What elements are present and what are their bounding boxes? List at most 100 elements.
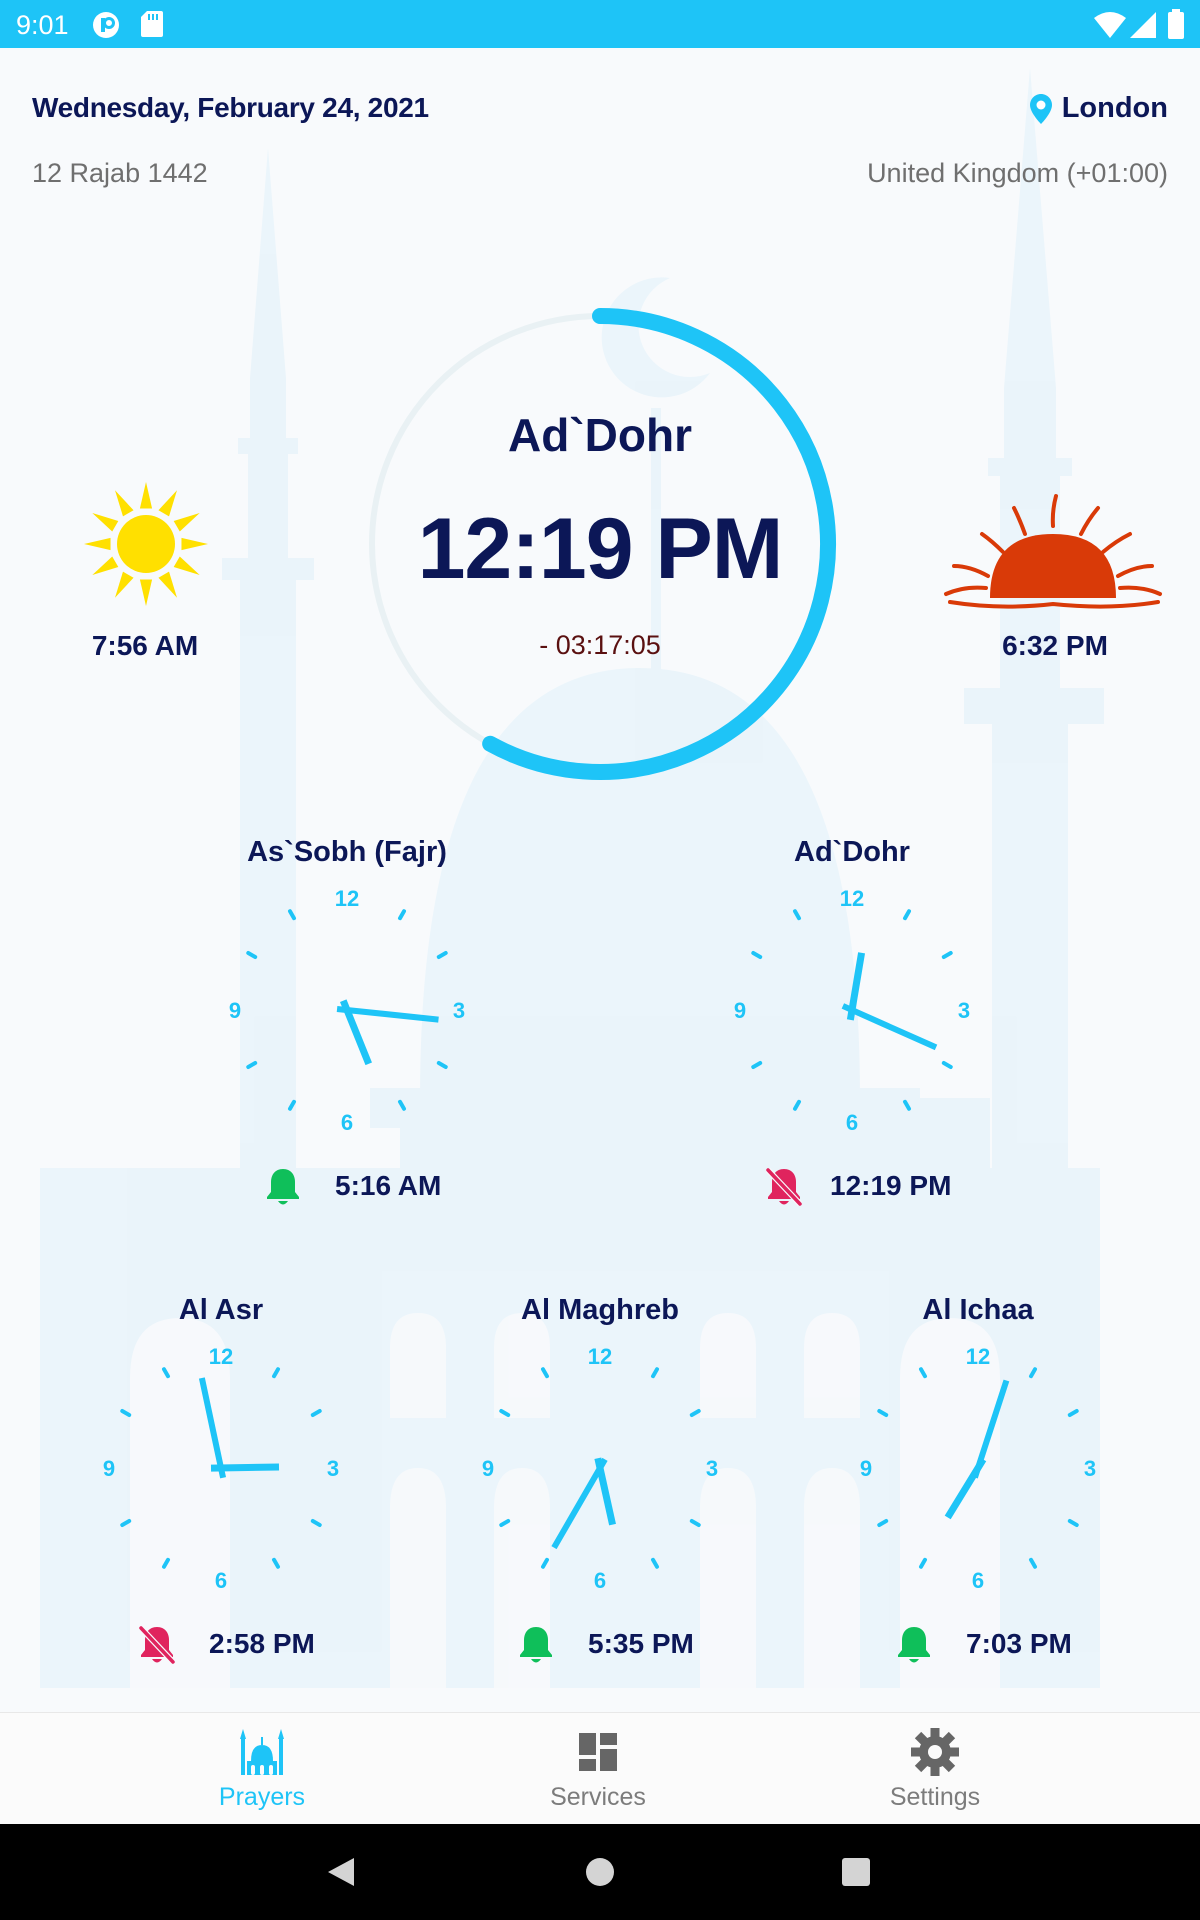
- system-navigation-bar: [0, 1824, 1200, 1920]
- clock-tick: [1067, 1409, 1079, 1417]
- status-time: 9:01: [16, 10, 69, 40]
- prayer-card-asr[interactable]: Al Asr 12 3 6 9 2:58 PM: [91, 1294, 351, 1724]
- sunset-sun-icon: [944, 494, 1162, 609]
- battery-icon: [1168, 9, 1184, 39]
- sun-ray: [115, 490, 134, 517]
- clock-tick: [120, 1519, 132, 1527]
- clock-tick: [310, 1409, 322, 1417]
- sun-ray: [92, 556, 119, 575]
- clock-numeral: 9: [103, 1456, 115, 1481]
- clock-tick: [689, 1409, 701, 1417]
- nav-prayers[interactable]: Prayers: [132, 1713, 392, 1824]
- sunset-time: 6:32 PM: [1002, 630, 1108, 661]
- sun-ray: [139, 482, 153, 509]
- gregorian-date: Wednesday, February 24, 2021: [32, 92, 429, 123]
- sd-card-icon: [141, 11, 163, 37]
- nav-label: Settings: [889, 1783, 981, 1811]
- clock-tick: [436, 951, 448, 959]
- nav-settings[interactable]: Settings: [805, 1713, 1065, 1824]
- clock-tick: [751, 951, 763, 959]
- clock-tick: [499, 1519, 511, 1527]
- clock-tick: [919, 1557, 927, 1569]
- bell-icon[interactable]: [516, 1624, 556, 1666]
- clock-tick: [1029, 1367, 1037, 1379]
- prayer-time: 5:35 PM: [588, 1628, 694, 1659]
- bell-off-icon[interactable]: [137, 1624, 177, 1666]
- prayer-time: 2:58 PM: [209, 1628, 315, 1659]
- clock-numeral: 12: [335, 890, 359, 911]
- clock-tick: [541, 1367, 549, 1379]
- sun-ray: [173, 513, 200, 532]
- prayer-name: As`Sobh (Fajr): [247, 836, 447, 868]
- clock-numeral: 9: [229, 998, 241, 1023]
- location-selector[interactable]: London: [1029, 92, 1168, 125]
- current-prayer-countdown: - 03:17:05: [539, 630, 661, 660]
- hijri-date: 12 Rajab 1442: [32, 158, 208, 188]
- current-prayer-name: Ad`Dohr: [508, 409, 692, 461]
- clock-tick: [941, 951, 953, 959]
- recents-button[interactable]: [842, 1858, 870, 1886]
- clock-tick: [120, 1409, 132, 1417]
- bottom-navigation: Prayers Services Settings: [0, 1712, 1200, 1824]
- clock-numeral: 12: [840, 890, 864, 911]
- gear-icon: [911, 1728, 959, 1776]
- bell-icon[interactable]: [263, 1166, 303, 1208]
- clock-tick: [1067, 1519, 1079, 1527]
- prayer-card-maghreb[interactable]: Al Maghreb 12 3 6 9 5:35 PM: [470, 1294, 730, 1724]
- clock-tick: [877, 1519, 889, 1527]
- prayer-time: 7:03 PM: [966, 1628, 1072, 1659]
- clock-numeral: 12: [209, 1348, 233, 1369]
- prayer-card-fajr[interactable]: As`Sobh (Fajr) 12 3 6 9 5:16 AM: [217, 836, 477, 1266]
- analog-clock: 12 3 6 9: [229, 890, 465, 1130]
- clock-tick: [272, 1557, 280, 1569]
- analog-clock: 12 3 6 9: [734, 890, 970, 1130]
- clock-numeral: 9: [482, 1456, 494, 1481]
- prayer-card-ichaa[interactable]: Al Ichaa 12 3 6 9 7:03 PM: [848, 1294, 1108, 1724]
- analog-clock: 12 3 6 9: [482, 1348, 718, 1588]
- sun-ray: [92, 513, 119, 532]
- clock-tick: [903, 1099, 911, 1111]
- clock-tick: [877, 1409, 889, 1417]
- prayer-name: Ad`Dohr: [794, 836, 910, 868]
- clock-numeral: 12: [966, 1348, 990, 1369]
- clock-numeral: 3: [453, 998, 465, 1023]
- prayer-name: Al Maghreb: [521, 1294, 679, 1326]
- clock-numeral: 9: [860, 1456, 872, 1481]
- minute-hand: [841, 1003, 938, 1051]
- mosque-icon: [240, 1729, 284, 1775]
- clock-tick: [1029, 1557, 1037, 1569]
- sunrise-time: 7:56 AM: [91, 630, 199, 661]
- city-name: London: [1061, 92, 1168, 124]
- grid-icon: [579, 1733, 617, 1771]
- clock-tick: [941, 1061, 953, 1069]
- cellular-signal-icon: [1130, 12, 1156, 38]
- clock-tick: [499, 1409, 511, 1417]
- clock-tick: [919, 1367, 927, 1379]
- sun-ray: [84, 537, 111, 551]
- clock-tick: [793, 1099, 801, 1111]
- sun-ray: [115, 571, 134, 598]
- prayer-card-dohr[interactable]: Ad`Dohr 12 3 6 9 12:19 PM: [722, 836, 982, 1266]
- back-button[interactable]: [326, 1856, 356, 1888]
- clock-tick: [398, 1099, 406, 1111]
- prayer-name: Al Asr: [178, 1294, 264, 1326]
- clock-tick: [288, 909, 296, 921]
- clock-tick: [246, 951, 258, 959]
- minute-hand: [551, 1457, 608, 1550]
- home-button[interactable]: [586, 1858, 614, 1886]
- clock-tick: [162, 1367, 170, 1379]
- prayer-time: 5:16 AM: [335, 1170, 442, 1201]
- clock-tick: [651, 1557, 659, 1569]
- clock-numeral: 6: [341, 1110, 353, 1130]
- clock-numeral: 6: [972, 1568, 984, 1588]
- clock-tick: [751, 1061, 763, 1069]
- nav-services[interactable]: Services: [468, 1713, 728, 1824]
- sun-ray: [139, 579, 153, 606]
- bell-icon[interactable]: [894, 1624, 934, 1666]
- clock-tick: [398, 909, 406, 921]
- clock-numeral: 6: [594, 1568, 606, 1588]
- bell-off-icon[interactable]: [764, 1166, 804, 1208]
- nav-label: Services: [550, 1783, 646, 1811]
- analog-clock: 12 3 6 9: [860, 1348, 1096, 1588]
- wifi-icon: [1094, 12, 1126, 38]
